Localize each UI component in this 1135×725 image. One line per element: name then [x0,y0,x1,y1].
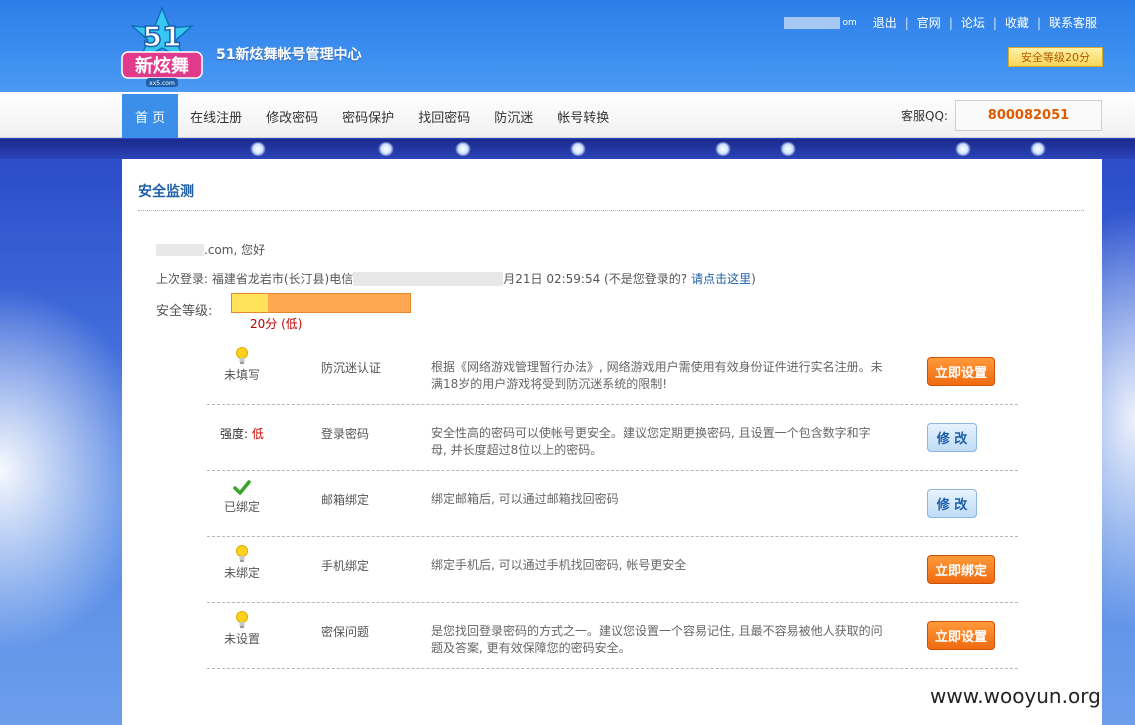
security-item-email: 已绑定 邮箱绑定 绑定邮箱后, 可以通过邮箱找回密码 修 改 [207,471,1018,537]
masked-username [784,16,841,29]
security-level-badge: 安全等级20分 [1008,47,1103,67]
security-score-text: 20分 (低) [250,317,303,331]
masked-login-details [353,271,504,286]
item-description: 绑定手机后, 可以通过手机找回密码, 帐号更安全 [431,558,687,572]
contact-support-link[interactable]: 联系客服 [1041,14,1105,31]
header: 51 新炫舞 xx5.com 51新炫舞帐号管理中心 om 退出 | 官网 | … [0,0,1135,92]
last-login-close: ) [751,271,756,286]
item-description: 安全性高的密码可以使帐号更安全。建议您定期更换密码, 且设置一个包含数字和字母,… [431,426,871,457]
change-email-button[interactable]: 修 改 [927,489,977,518]
security-level-bar [231,293,411,313]
logo-domain: xx5.com [149,80,175,87]
item-name: 手机绑定 [321,559,370,573]
logout-link[interactable]: 退出 [865,14,905,31]
security-level-label: 安全等级: [156,304,213,319]
logo-name: 新炫舞 [135,55,189,77]
set-security-question-button[interactable]: 立即设置 [927,621,995,650]
forum-link[interactable]: 论坛 [953,14,993,31]
security-item-anti-addiction: 未填写 防沉迷认证 根据《网络游戏管理暂行办法》, 网络游戏用户需使用有效身份证… [207,339,1018,405]
nav-items: 首 页 在线注册 修改密码 密码保护 找回密码 防沉迷 帐号转换 [122,94,621,138]
bulb-icon [236,611,248,628]
item-status: 未绑定 [207,545,277,581]
bulb-icon [236,347,248,364]
bulb-icon [236,545,248,562]
item-name: 密保问题 [321,625,370,639]
item-status: 已绑定 [207,479,277,515]
stage-light [780,142,796,156]
nav-item-home[interactable]: 首 页 [122,94,179,138]
item-status-text: 已绑定 [223,500,260,514]
item-name: 登录密码 [321,427,370,441]
support-qq-label: 客服QQ: [901,109,948,123]
username-suffix: om [842,17,857,28]
stage-light [955,142,971,156]
last-login-location: 上次登录: 福建省龙岩市(长汀县)电信 [156,272,354,286]
bind-phone-button[interactable]: 立即绑定 [927,555,995,584]
item-status-text: 未绑定 [223,566,260,580]
item-status: 未填写 [207,347,277,383]
support-qq-number[interactable]: 800082051 [955,100,1102,131]
nav-item-account-convert[interactable]: 帐号转换 [545,94,621,138]
greeting-text: .com, 您好 [204,243,266,257]
security-level-fill [232,294,268,312]
panel-title: 安全监测 [138,184,194,200]
report-login-link[interactable]: 请点击这里 [691,270,751,287]
item-status: 未设置 [207,611,277,647]
change-password-button[interactable]: 修 改 [927,423,977,452]
stage-lights-banner [0,139,1135,159]
stage-light [250,142,266,156]
nav-item-password-protection[interactable]: 密码保护 [330,94,406,138]
last-login-time: 月21日 02:59:54 (不是您登录的? [503,272,688,286]
stage-light [378,142,394,156]
security-item-security-question: 未设置 密保问题 是您找回登录密码的方式之一。建议您设置一个容易记住, 且最不容… [207,603,1018,669]
nav-item-recover-password[interactable]: 找回密码 [406,94,482,138]
title-divider [138,210,1084,211]
official-site-link[interactable]: 官网 [909,14,949,31]
strength-value: 低 [251,427,264,441]
masked-username [156,243,204,256]
nav-item-register[interactable]: 在线注册 [178,94,254,138]
set-anti-addiction-button[interactable]: 立即设置 [927,357,995,386]
greeting: .com, 您好 [156,241,265,258]
security-item-login-password: 强度: 低 登录密码 安全性高的密码可以使帐号更安全。建议您定期更换密码, 且设… [207,405,1018,471]
check-icon [233,480,251,495]
item-status-text: 未设置 [223,632,260,646]
item-status-text: 未填写 [223,368,260,382]
site-logo[interactable]: 51 新炫舞 xx5.com [118,6,206,88]
main-nav: 首 页 在线注册 修改密码 密码保护 找回密码 防沉迷 帐号转换 客服QQ: 8… [0,92,1135,138]
security-monitor-panel: 安全监测 .com, 您好 上次登录: 福建省龙岩市(长汀县)电信 月21日 0… [122,159,1102,725]
nav-item-anti-addiction[interactable]: 防沉迷 [482,94,545,138]
item-description: 是您找回登录密码的方式之一。建议您设置一个容易记住, 且最不容易被他人获取的问题… [431,624,883,655]
item-description: 绑定邮箱后, 可以通过邮箱找回密码 [431,492,619,506]
item-name: 邮箱绑定 [321,493,370,507]
item-name: 防沉迷认证 [321,361,382,375]
item-description: 根据《网络游戏管理暂行办法》, 网络游戏用户需使用有效身份证件进行实名注册。未满… [431,360,883,391]
strength-label: 强度: [220,427,249,441]
security-item-phone: 未绑定 手机绑定 绑定手机后, 可以通过手机找回密码, 帐号更安全 立即绑定 [207,537,1018,603]
site-title: 51新炫舞帐号管理中心 [216,47,362,63]
logo-number: 51 [143,20,182,53]
stage-light [455,142,471,156]
stage-light [1030,142,1046,156]
favorite-link[interactable]: 收藏 [997,14,1037,31]
watermark: www.wooyun.org [930,684,1101,708]
nav-item-change-password[interactable]: 修改密码 [254,94,330,138]
last-login-info: 上次登录: 福建省龙岩市(长汀县)电信 月21日 02:59:54 (不是您登录… [156,270,756,287]
top-links: om 退出 | 官网 | 论坛 | 收藏 | 联系客服 [784,14,1105,31]
stage-light [715,142,731,156]
stage-light [570,142,586,156]
password-strength: 强度: 低 [207,425,277,442]
